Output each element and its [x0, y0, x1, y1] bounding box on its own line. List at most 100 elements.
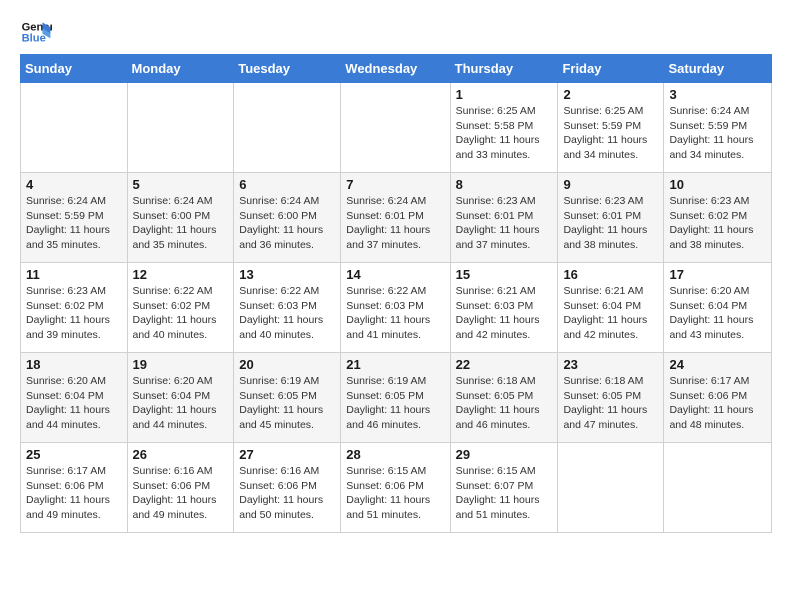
calendar-cell: 24Sunrise: 6:17 AM Sunset: 6:06 PM Dayli… [664, 353, 772, 443]
svg-text:Blue: Blue [22, 33, 46, 45]
cell-content: 5 Sunrise: 6:24 AM Sunset: 6:00 PM Daylig… [133, 177, 229, 253]
day-number: 12 [133, 267, 229, 282]
calendar-cell: 4Sunrise: 6:24 AM Sunset: 5:59 PM Daylig… [21, 173, 128, 263]
calendar-cell: 22Sunrise: 6:18 AM Sunset: 6:05 PM Dayli… [450, 353, 558, 443]
day-number: 15 [456, 267, 553, 282]
day-number: 8 [456, 177, 553, 192]
cell-info: Sunrise: 6:19 AM Sunset: 6:05 PM Dayligh… [346, 374, 444, 433]
day-number: 6 [239, 177, 335, 192]
cell-content: 4Sunrise: 6:24 AM Sunset: 5:59 PM Daylig… [26, 177, 122, 253]
day-number: 27 [239, 447, 335, 462]
calendar-cell: 18 Sunrise: 6:20 AM Sunset: 6:04 PM Dayli… [21, 353, 128, 443]
day-number: 5 [133, 177, 229, 192]
day-number: 20 [239, 357, 335, 372]
day-number: 11 [26, 267, 122, 282]
header: General Blue [20, 16, 772, 48]
cell-content: 19 Sunrise: 6:20 AM Sunset: 6:04 PM Dayli… [133, 357, 229, 433]
calendar-cell [127, 83, 234, 173]
cell-content: 14 Sunrise: 6:22 AM Sunset: 6:03 PM Dayli… [346, 267, 444, 343]
week-row-1: 1 Sunrise: 6:25 AM Sunset: 5:58 PM Daylig… [21, 83, 772, 173]
cell-info: Sunrise: 6:20 AM Sunset: 6:04 PM Dayligh… [26, 374, 122, 433]
calendar-cell: 27 Sunrise: 6:16 AM Sunset: 6:06 PM Dayli… [234, 443, 341, 533]
cell-info: Sunrise: 6:18 AM Sunset: 6:05 PM Dayligh… [563, 374, 658, 433]
calendar-cell: 20 Sunrise: 6:19 AM Sunset: 6:05 PM Dayli… [234, 353, 341, 443]
calendar-cell: 17Sunrise: 6:20 AM Sunset: 6:04 PM Dayli… [664, 263, 772, 353]
calendar-cell: 1 Sunrise: 6:25 AM Sunset: 5:58 PM Daylig… [450, 83, 558, 173]
week-row-5: 25Sunrise: 6:17 AM Sunset: 6:06 PM Dayli… [21, 443, 772, 533]
day-number: 14 [346, 267, 444, 282]
day-number: 17 [669, 267, 766, 282]
day-number: 29 [456, 447, 553, 462]
cell-content: 8Sunrise: 6:23 AM Sunset: 6:01 PM Daylig… [456, 177, 553, 253]
week-row-2: 4Sunrise: 6:24 AM Sunset: 5:59 PM Daylig… [21, 173, 772, 263]
cell-content: 25Sunrise: 6:17 AM Sunset: 6:06 PM Dayli… [26, 447, 122, 523]
calendar-cell: 19 Sunrise: 6:20 AM Sunset: 6:04 PM Dayli… [127, 353, 234, 443]
cell-info: Sunrise: 6:16 AM Sunset: 6:06 PM Dayligh… [239, 464, 335, 523]
cell-content: 28 Sunrise: 6:15 AM Sunset: 6:06 PM Dayli… [346, 447, 444, 523]
calendar-cell: 14 Sunrise: 6:22 AM Sunset: 6:03 PM Dayli… [341, 263, 450, 353]
cell-info: Sunrise: 6:23 AM Sunset: 6:02 PM Dayligh… [26, 284, 122, 343]
day-header-wednesday: Wednesday [341, 55, 450, 83]
cell-info: Sunrise: 6:22 AM Sunset: 6:03 PM Dayligh… [346, 284, 444, 343]
calendar-cell: 12Sunrise: 6:22 AM Sunset: 6:02 PM Dayli… [127, 263, 234, 353]
day-number: 28 [346, 447, 444, 462]
calendar-cell: 15Sunrise: 6:21 AM Sunset: 6:03 PM Dayli… [450, 263, 558, 353]
day-number: 9 [563, 177, 658, 192]
day-number: 18 [26, 357, 122, 372]
calendar-cell: 6Sunrise: 6:24 AM Sunset: 6:00 PM Daylig… [234, 173, 341, 263]
day-number: 23 [563, 357, 658, 372]
cell-content: 2Sunrise: 6:25 AM Sunset: 5:59 PM Daylig… [563, 87, 658, 163]
calendar-cell [234, 83, 341, 173]
cell-info: Sunrise: 6:24 AM Sunset: 6:01 PM Dayligh… [346, 194, 444, 253]
calendar-cell: 23 Sunrise: 6:18 AM Sunset: 6:05 PM Dayli… [558, 353, 664, 443]
cell-info: Sunrise: 6:23 AM Sunset: 6:01 PM Dayligh… [563, 194, 658, 253]
cell-content: 16Sunrise: 6:21 AM Sunset: 6:04 PM Dayli… [563, 267, 658, 343]
day-number: 10 [669, 177, 766, 192]
cell-info: Sunrise: 6:21 AM Sunset: 6:04 PM Dayligh… [563, 284, 658, 343]
cell-content: 23 Sunrise: 6:18 AM Sunset: 6:05 PM Dayli… [563, 357, 658, 433]
cell-info: Sunrise: 6:19 AM Sunset: 6:05 PM Dayligh… [239, 374, 335, 433]
calendar-cell: 3 Sunrise: 6:24 AM Sunset: 5:59 PM Daylig… [664, 83, 772, 173]
cell-content: 17Sunrise: 6:20 AM Sunset: 6:04 PM Dayli… [669, 267, 766, 343]
calendar-cell [558, 443, 664, 533]
day-number: 22 [456, 357, 553, 372]
calendar-cell: 8Sunrise: 6:23 AM Sunset: 6:01 PM Daylig… [450, 173, 558, 263]
calendar-cell [341, 83, 450, 173]
calendar-cell: 29Sunrise: 6:15 AM Sunset: 6:07 PM Dayli… [450, 443, 558, 533]
cell-content: 1 Sunrise: 6:25 AM Sunset: 5:58 PM Daylig… [456, 87, 553, 163]
calendar-cell: 7 Sunrise: 6:24 AM Sunset: 6:01 PM Daylig… [341, 173, 450, 263]
cell-content: 3 Sunrise: 6:24 AM Sunset: 5:59 PM Daylig… [669, 87, 766, 163]
calendar-table: SundayMondayTuesdayWednesdayThursdayFrid… [20, 54, 772, 533]
week-row-3: 11 Sunrise: 6:23 AM Sunset: 6:02 PM Dayli… [21, 263, 772, 353]
logo: General Blue [20, 16, 52, 48]
day-number: 19 [133, 357, 229, 372]
cell-info: Sunrise: 6:25 AM Sunset: 5:58 PM Dayligh… [456, 104, 553, 163]
cell-content: 12Sunrise: 6:22 AM Sunset: 6:02 PM Dayli… [133, 267, 229, 343]
day-number: 13 [239, 267, 335, 282]
cell-info: Sunrise: 6:23 AM Sunset: 6:02 PM Dayligh… [669, 194, 766, 253]
cell-content: 21Sunrise: 6:19 AM Sunset: 6:05 PM Dayli… [346, 357, 444, 433]
day-header-sunday: Sunday [21, 55, 128, 83]
day-number: 1 [456, 87, 553, 102]
cell-content: 15Sunrise: 6:21 AM Sunset: 6:03 PM Dayli… [456, 267, 553, 343]
day-number: 7 [346, 177, 444, 192]
cell-info: Sunrise: 6:20 AM Sunset: 6:04 PM Dayligh… [133, 374, 229, 433]
logo-icon: General Blue [20, 16, 52, 48]
cell-info: Sunrise: 6:24 AM Sunset: 5:59 PM Dayligh… [669, 104, 766, 163]
cell-content: 29Sunrise: 6:15 AM Sunset: 6:07 PM Dayli… [456, 447, 553, 523]
day-number: 3 [669, 87, 766, 102]
cell-content: 20 Sunrise: 6:19 AM Sunset: 6:05 PM Dayli… [239, 357, 335, 433]
cell-content: 7 Sunrise: 6:24 AM Sunset: 6:01 PM Daylig… [346, 177, 444, 253]
cell-info: Sunrise: 6:24 AM Sunset: 6:00 PM Dayligh… [133, 194, 229, 253]
week-row-4: 18 Sunrise: 6:20 AM Sunset: 6:04 PM Dayli… [21, 353, 772, 443]
day-header-saturday: Saturday [664, 55, 772, 83]
cell-info: Sunrise: 6:22 AM Sunset: 6:03 PM Dayligh… [239, 284, 335, 343]
calendar-cell: 11 Sunrise: 6:23 AM Sunset: 6:02 PM Dayli… [21, 263, 128, 353]
day-number: 2 [563, 87, 658, 102]
day-header-thursday: Thursday [450, 55, 558, 83]
calendar-cell: 9 Sunrise: 6:23 AM Sunset: 6:01 PM Daylig… [558, 173, 664, 263]
cell-info: Sunrise: 6:24 AM Sunset: 5:59 PM Dayligh… [26, 194, 122, 253]
cell-info: Sunrise: 6:17 AM Sunset: 6:06 PM Dayligh… [26, 464, 122, 523]
cell-info: Sunrise: 6:15 AM Sunset: 6:06 PM Dayligh… [346, 464, 444, 523]
calendar-cell: 5 Sunrise: 6:24 AM Sunset: 6:00 PM Daylig… [127, 173, 234, 263]
